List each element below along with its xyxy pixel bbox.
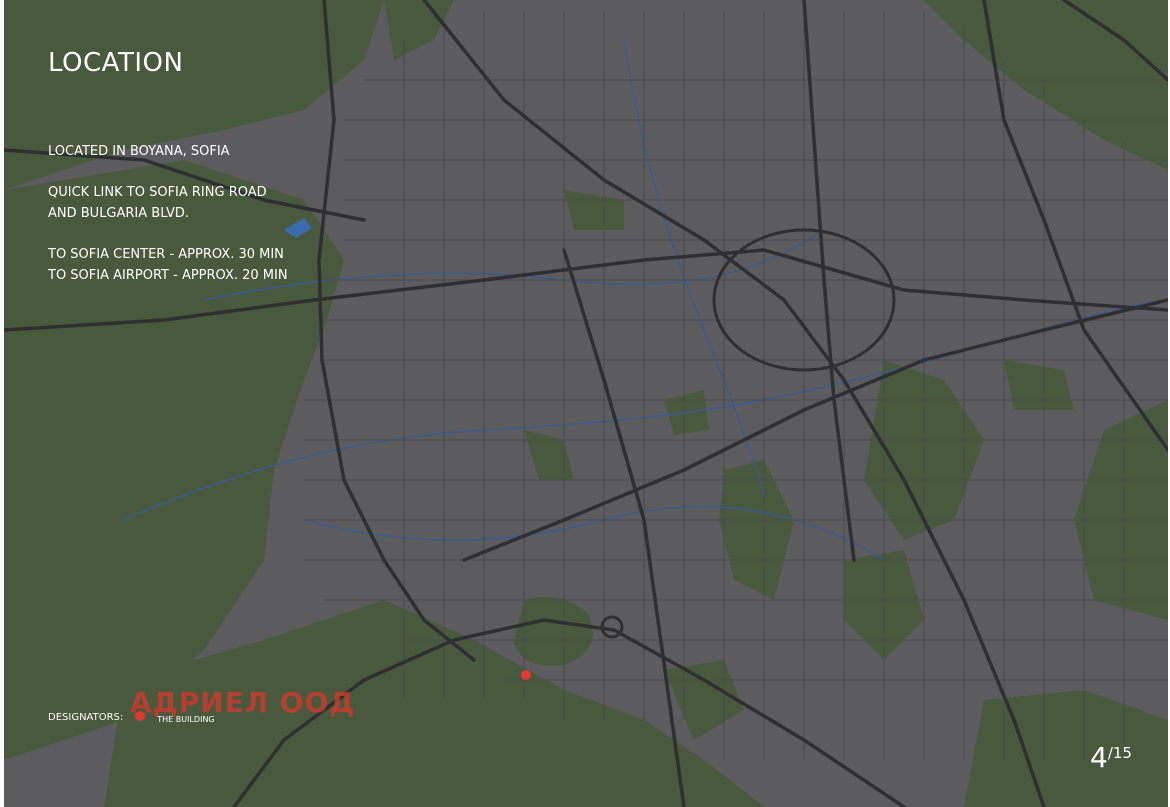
legend-label: DESIGNATORS: xyxy=(48,711,124,723)
road-bulgaria-blvd xyxy=(317,0,476,662)
legend: DESIGNATORS: THE BUILDING xyxy=(48,709,215,725)
green-area-small-3 xyxy=(564,190,624,230)
green-area-small-1 xyxy=(524,430,574,480)
page-current: 4 xyxy=(1090,741,1108,774)
info-ring-road: QUICK LINK TO SOFIA RING ROAD xyxy=(48,185,267,200)
location-info: LOCATED IN BOYANA, SOFIA QUICK LINK TO S… xyxy=(48,141,288,286)
page-total: /15 xyxy=(1107,744,1132,762)
green-area-borisova xyxy=(719,460,794,600)
legend-marker-icon xyxy=(133,709,149,725)
road-southwest-northeast xyxy=(462,298,1168,562)
page-title: LOCATION xyxy=(48,48,184,78)
pagination: 4 /15 xyxy=(1090,742,1132,774)
river-4 xyxy=(303,505,885,561)
green-area-park-south xyxy=(514,597,594,666)
building-marker xyxy=(521,670,531,680)
info-bulgaria-blvd: AND BULGARIA BLVD. xyxy=(48,206,190,221)
green-area-south-east xyxy=(964,690,1168,807)
info-airport-time: TO SOFIA AIRPORT - APPROX. 20 MIN xyxy=(48,268,288,283)
info-location: LOCATED IN BOYANA, SOFIA xyxy=(48,144,230,159)
green-area-northeast xyxy=(924,0,1168,170)
info-center-time: TO SOFIA CENTER - APPROX. 30 MIN xyxy=(48,247,284,262)
legend-building-label: THE BUILDING xyxy=(157,714,215,724)
green-area-east xyxy=(1074,400,1168,620)
green-area-small-5 xyxy=(664,660,744,740)
location-slide: LOCATION LOCATED IN BOYANA, SOFIA QUICK … xyxy=(4,0,1168,807)
green-area-small-4 xyxy=(1004,360,1074,410)
